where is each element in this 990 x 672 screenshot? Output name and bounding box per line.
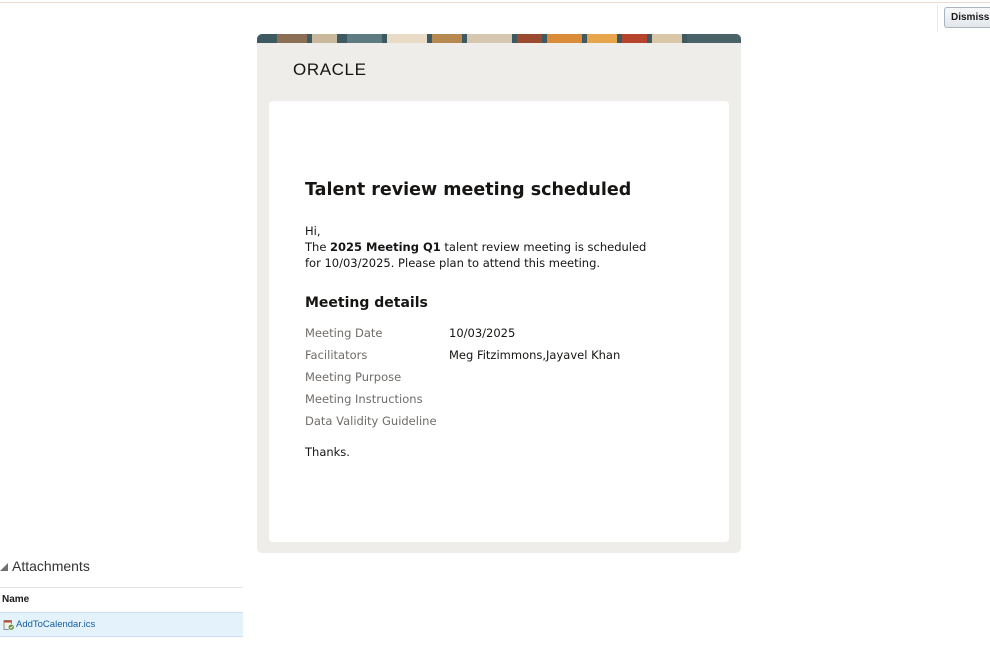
detail-label: Meeting Instructions (305, 392, 423, 406)
meeting-name: 2025 Meeting Q1 (330, 240, 441, 254)
top-border-line (0, 2, 990, 3)
oracle-logo: ORACLE (293, 60, 389, 82)
meeting-details-list: Meeting Date 10/03/2025 Facilitators Meg… (305, 326, 705, 436)
message-body: The 2025 Meeting Q1 talent review meetin… (305, 239, 655, 271)
detail-label: Meeting Date (305, 326, 383, 340)
email-content-panel: Talent review meeting scheduled Hi, The … (269, 101, 729, 542)
detail-label: Meeting Purpose (305, 370, 402, 384)
toolbar-divider (937, 5, 938, 32)
attachment-link[interactable]: AddToCalendar.ics (16, 619, 95, 630)
detail-label: Facilitators (305, 348, 368, 362)
email-title: Talent review meeting scheduled (305, 180, 632, 200)
detail-value: 10/03/2025 (449, 326, 516, 340)
attachment-row[interactable]: AddToCalendar.ics (0, 612, 243, 637)
notification-email-card: ORACLE Talent review meeting scheduled H… (257, 34, 741, 553)
closing-text: Thanks. (305, 445, 350, 459)
detail-label: Data Validity Guideline (305, 414, 437, 428)
detail-row-data-validity-guideline: Data Validity Guideline (305, 414, 705, 436)
collapse-triangle-icon[interactable] (0, 563, 8, 571)
message-prefix: The (305, 240, 331, 254)
detail-row-meeting-purpose: Meeting Purpose (305, 370, 705, 392)
meeting-details-title: Meeting details (305, 295, 428, 311)
decorative-banner (257, 34, 741, 43)
email-message: Hi, The 2025 Meeting Q1 talent review me… (305, 223, 655, 271)
calendar-file-icon (3, 618, 15, 636)
detail-row-meeting-date: Meeting Date 10/03/2025 (305, 326, 705, 348)
dismiss-button[interactable]: Dismiss (944, 7, 990, 28)
attachments-divider (0, 587, 243, 588)
attachments-section-header[interactable]: Attachments (0, 558, 243, 576)
column-header-name[interactable]: Name (2, 594, 29, 605)
detail-value: Meg Fitzimmons,Jayavel Khan (449, 348, 621, 362)
greeting: Hi, (305, 224, 321, 238)
oracle-logo-text: ORACLE (293, 61, 367, 77)
attachments-title: Attachments (12, 558, 90, 574)
detail-row-facilitators: Facilitators Meg Fitzimmons,Jayavel Khan (305, 348, 705, 370)
detail-row-meeting-instructions: Meeting Instructions (305, 392, 705, 414)
